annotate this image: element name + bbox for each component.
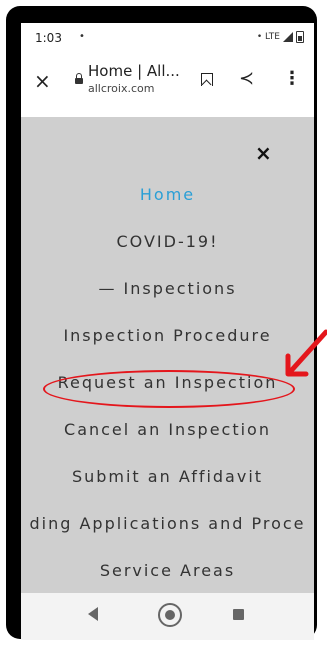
navigation-menu: × Home COVID-19! — Inspections Inspectio… [21,117,314,593]
notification-dot: • [79,31,85,42]
menu-item-service-areas[interactable]: Service Areas [21,561,314,580]
page-title[interactable]: Home | All... [88,62,180,80]
home-icon[interactable] [158,603,182,627]
menu-item-building-applications[interactable]: ding Applications and Proce [21,514,314,533]
menu-item-submit-affidavit[interactable]: Submit an Affidavit [21,467,314,486]
phone-screen: 1:03 • • LTE × Home | All... allcroix.co… [21,23,314,640]
share-icon[interactable]: ≺ [239,68,254,89]
menu-item-inspection-procedure[interactable]: Inspection Procedure [21,326,314,345]
bookmark-icon[interactable] [201,73,213,86]
menu-item-inspections[interactable]: — Inspections [21,279,314,298]
signal-icon [283,32,293,42]
close-tab-icon[interactable]: × [34,71,51,91]
status-bar: 1:03 • • LTE [21,23,314,53]
menu-item-cancel-inspection[interactable]: Cancel an Inspection [21,420,314,439]
page-domain[interactable]: allcroix.com [88,82,154,95]
status-time: 1:03 [35,31,62,45]
lte-label: • LTE [256,32,280,42]
back-icon[interactable] [88,607,98,621]
status-right: • LTE [257,31,304,43]
battery-icon [296,31,304,43]
menu-item-home[interactable]: Home [21,185,314,204]
overflow-menu-icon[interactable]: ⋮ [283,68,301,89]
recent-apps-icon[interactable] [233,609,244,620]
annotation-arrow-icon [285,329,327,377]
menu-item-covid[interactable]: COVID-19! [21,232,314,251]
browser-toolbar: × Home | All... allcroix.com ≺ ⋮ [21,53,314,117]
android-nav-bar [21,593,314,640]
menu-close-icon[interactable]: × [255,141,272,165]
lock-icon [75,73,83,84]
highlight-ellipse [43,370,295,408]
